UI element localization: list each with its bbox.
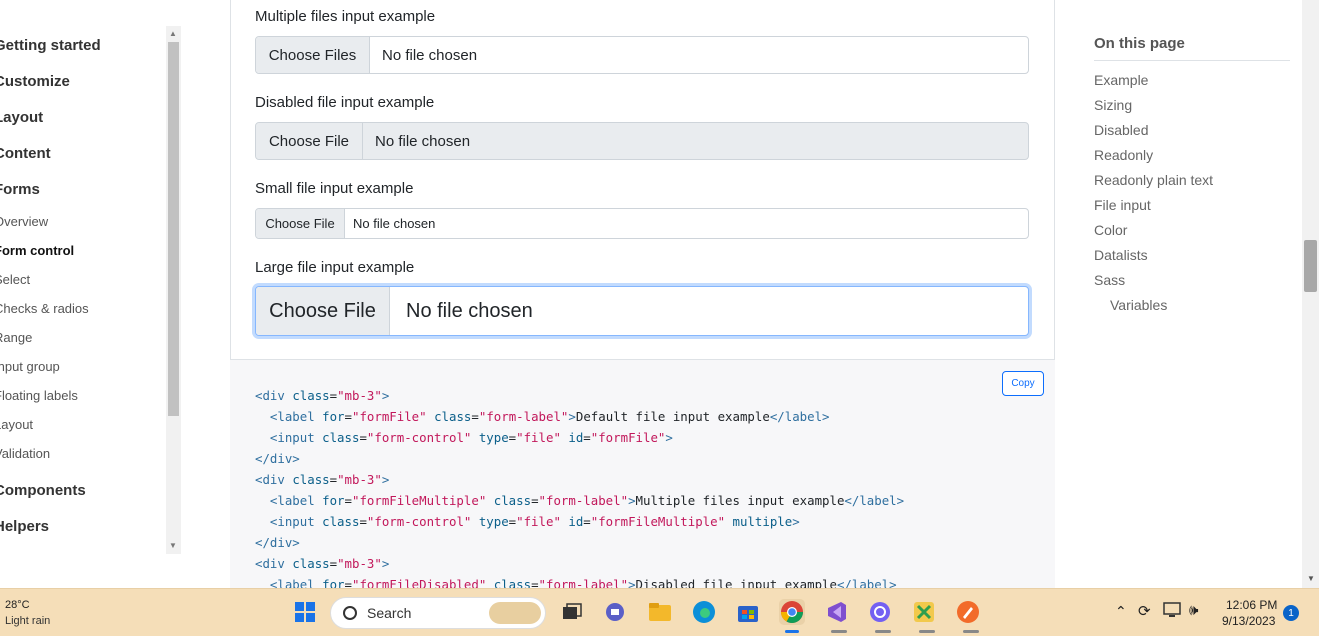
spreadsheet-running-indicator bbox=[919, 630, 935, 633]
sidebar-item-range[interactable]: Range bbox=[0, 330, 32, 345]
scroll-down-arrow-icon[interactable]: ▼ bbox=[1307, 574, 1315, 583]
choose-file-button-small[interactable]: Choose File bbox=[256, 209, 345, 238]
search-icon bbox=[343, 606, 357, 620]
windows-start-icon[interactable] bbox=[292, 599, 318, 625]
sync-icon[interactable]: ⟳ bbox=[1138, 602, 1151, 620]
clock-time[interactable]: 12:06 PM bbox=[1226, 598, 1277, 612]
sidebar-section-helpers[interactable]: Helpers bbox=[0, 518, 49, 535]
clock-date[interactable]: 9/13/2023 bbox=[1222, 614, 1275, 628]
toc-title: On this page bbox=[1094, 35, 1185, 52]
task-view-icon[interactable] bbox=[559, 599, 585, 625]
edge-browser-icon[interactable] bbox=[691, 599, 717, 625]
choose-files-button[interactable]: Choose Files bbox=[256, 37, 370, 73]
viber-running-indicator bbox=[875, 630, 891, 633]
code-line: <div class="mb-3"> bbox=[255, 388, 390, 403]
search-label: Search bbox=[367, 605, 412, 621]
disabled-file-input: Choose File No file chosen bbox=[255, 122, 1029, 160]
toc-link-disabled[interactable]: Disabled bbox=[1094, 122, 1148, 138]
sidebar-item-input-group[interactable]: Input group bbox=[0, 359, 60, 374]
viber-icon[interactable] bbox=[867, 599, 893, 625]
meet-icon[interactable] bbox=[603, 599, 629, 625]
toc-link-sass[interactable]: Sass bbox=[1094, 272, 1125, 288]
code-line: </div> bbox=[255, 451, 300, 466]
sidebar-scrollbar[interactable]: ▲ ▼ bbox=[166, 26, 181, 554]
small-file-input[interactable]: Choose File No file chosen bbox=[255, 208, 1029, 239]
chevron-up-icon[interactable]: ⌃ bbox=[1115, 603, 1127, 620]
display-icon[interactable] bbox=[1162, 600, 1182, 620]
file-status-text: No file chosen bbox=[382, 46, 478, 64]
code-line: </div> bbox=[255, 535, 300, 550]
file-explorer-icon[interactable] bbox=[647, 599, 673, 625]
sidebar-section-getting-started[interactable]: Getting started bbox=[0, 37, 101, 54]
scroll-up-arrow-icon[interactable]: ▲ bbox=[169, 30, 177, 38]
spreadsheet-app-icon[interactable] bbox=[911, 599, 937, 625]
code-line: <div class="mb-3"> bbox=[255, 556, 390, 571]
pen-app-icon[interactable] bbox=[955, 599, 981, 625]
file-status-text: No file chosen bbox=[353, 216, 436, 231]
sidebar-item-form-control[interactable]: Form control bbox=[0, 243, 74, 258]
weather-description[interactable]: Light rain bbox=[5, 615, 50, 627]
page-scroll-thumb[interactable] bbox=[1304, 240, 1317, 292]
sidebar-item-layout[interactable]: Layout bbox=[0, 417, 33, 432]
disabled-file-label: Disabled file input example bbox=[255, 94, 435, 111]
sidebar-item-floating-labels[interactable]: Floating labels bbox=[0, 388, 78, 403]
sidebar-item-validation[interactable]: Validation bbox=[0, 446, 50, 461]
taskbar-search[interactable]: Search bbox=[330, 597, 546, 629]
toc-link-variables[interactable]: Variables bbox=[1110, 297, 1167, 313]
code-snippet: Copy <div class="mb-3"> <label for="form… bbox=[230, 360, 1055, 588]
multiple-file-input[interactable]: Choose Files No file chosen bbox=[255, 36, 1029, 74]
choose-file-button-large[interactable]: Choose File bbox=[256, 287, 390, 335]
file-status-text: No file chosen bbox=[375, 132, 471, 150]
toc-link-readonly-plain-text[interactable]: Readonly plain text bbox=[1094, 172, 1213, 188]
sidebar-section-layout[interactable]: Layout bbox=[0, 109, 43, 126]
code-line: <div class="mb-3"> bbox=[255, 472, 390, 487]
code-line: <label for="formFile" class="form-label"… bbox=[255, 409, 830, 424]
sidebar-section-content[interactable]: Content bbox=[0, 145, 51, 162]
sidebar-section-components[interactable]: Components bbox=[0, 482, 86, 499]
multiple-file-label: Multiple files input example bbox=[255, 8, 436, 25]
large-file-label: Large file input example bbox=[255, 259, 415, 276]
weather-temperature[interactable]: 28°C bbox=[5, 599, 30, 611]
docs-sidebar: Getting started Customize Layout Content… bbox=[0, 0, 182, 588]
toc-link-example[interactable]: Example bbox=[1094, 72, 1148, 88]
file-status-text: No file chosen bbox=[406, 299, 533, 322]
search-highlight-image bbox=[489, 602, 541, 624]
code-line: <input class="form-control" type="file" … bbox=[255, 514, 800, 529]
sidebar-scroll-thumb[interactable] bbox=[168, 42, 179, 416]
large-file-input[interactable]: Choose File No file chosen bbox=[255, 286, 1029, 336]
copy-button[interactable]: Copy bbox=[1002, 371, 1044, 396]
toc-link-sizing[interactable]: Sizing bbox=[1094, 97, 1132, 113]
sidebar-item-overview[interactable]: Overview bbox=[0, 214, 48, 229]
small-file-label: Small file input example bbox=[255, 180, 414, 197]
code-line: <label for="formFileMultiple" class="for… bbox=[255, 493, 905, 508]
page-scrollbar[interactable]: ▼ bbox=[1302, 0, 1319, 588]
toc-link-color[interactable]: Color bbox=[1094, 222, 1127, 238]
code-line: <label for="formFileDisabled" class="for… bbox=[255, 577, 897, 588]
toc-divider bbox=[1094, 60, 1290, 61]
toc-link-file-input[interactable]: File input bbox=[1094, 197, 1151, 213]
notification-badge[interactable]: 1 bbox=[1283, 605, 1299, 621]
visual-studio-icon[interactable] bbox=[823, 599, 849, 625]
toc-link-datalists[interactable]: Datalists bbox=[1094, 247, 1148, 263]
choose-file-button-disabled: Choose File bbox=[256, 123, 363, 159]
scroll-down-arrow-icon[interactable]: ▼ bbox=[169, 542, 177, 550]
sidebar-item-select[interactable]: Select bbox=[0, 272, 30, 287]
chrome-browser-icon[interactable] bbox=[779, 599, 805, 625]
visual-studio-running-indicator bbox=[831, 630, 847, 633]
windows-taskbar: 28°C Light rain Search ⌃ ⟳ 🕪 12:06 PM 9/… bbox=[0, 588, 1319, 636]
sidebar-section-forms[interactable]: Forms bbox=[0, 181, 40, 198]
microsoft-store-icon[interactable] bbox=[735, 599, 761, 625]
chrome-active-indicator bbox=[785, 630, 799, 633]
code-line: <input class="form-control" type="file" … bbox=[255, 430, 673, 445]
pen-app-running-indicator bbox=[963, 630, 979, 633]
sidebar-section-customize[interactable]: Customize bbox=[0, 73, 70, 90]
sidebar-item-checks-radios[interactable]: Checks & radios bbox=[0, 301, 89, 316]
toc-link-readonly[interactable]: Readonly bbox=[1094, 147, 1153, 163]
volume-icon[interactable]: 🕪 bbox=[1189, 602, 1198, 619]
